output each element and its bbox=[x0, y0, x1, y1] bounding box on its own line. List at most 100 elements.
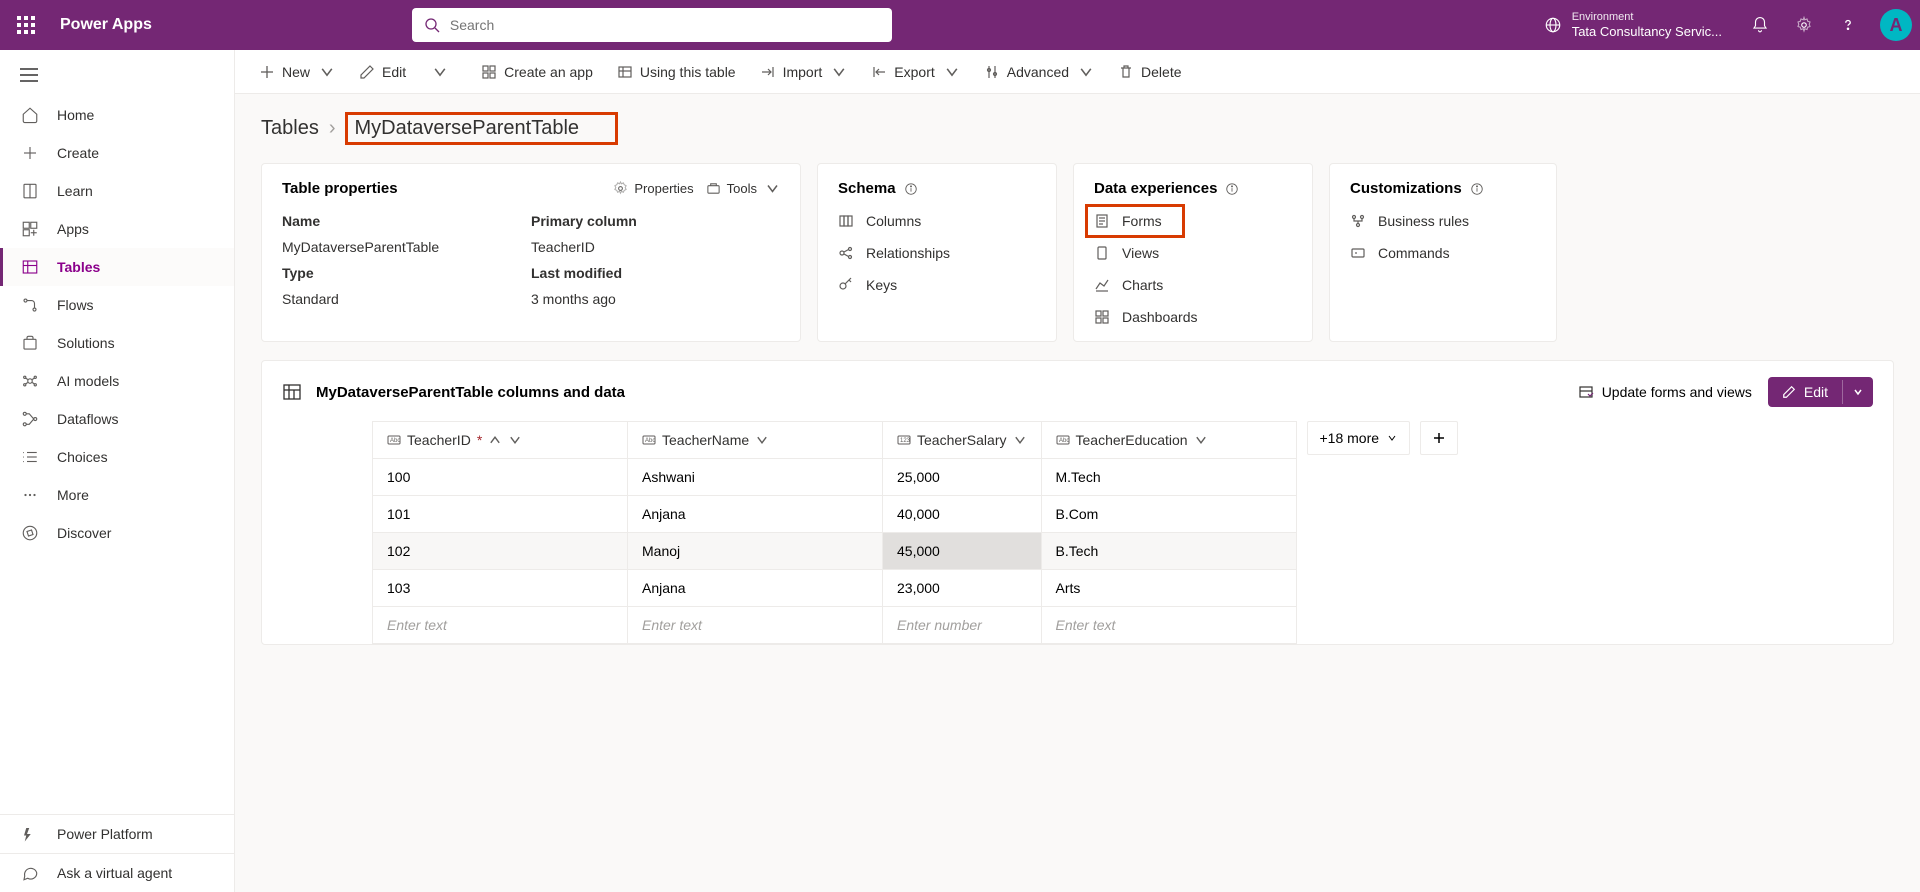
sidebar-item-ask-agent[interactable]: Ask a virtual agent bbox=[0, 854, 234, 892]
plus-icon bbox=[259, 64, 275, 80]
help-icon bbox=[1839, 16, 1857, 34]
chevron-down-icon bbox=[831, 64, 847, 80]
table-row[interactable]: 100Ashwani25,000M.Tech bbox=[373, 459, 1297, 496]
sidebar-item-power-platform[interactable]: Power Platform bbox=[0, 815, 234, 853]
prop-label-type: Type bbox=[282, 265, 531, 281]
dataflow-icon bbox=[21, 410, 39, 428]
table-row[interactable]: 101Anjana40,000B.Com bbox=[373, 496, 1297, 533]
env-text: Environment Tata Consultancy Servic... bbox=[1572, 11, 1722, 40]
cmd-advanced[interactable]: Advanced bbox=[974, 58, 1104, 86]
user-avatar[interactable]: A bbox=[1880, 9, 1912, 41]
prop-label-last: Last modified bbox=[531, 265, 780, 281]
import-icon bbox=[760, 64, 776, 80]
more-icon bbox=[21, 486, 39, 504]
sidebar-item-learn[interactable]: Learn bbox=[0, 172, 234, 210]
card-customizations: Customizations Business rules Commands bbox=[1329, 163, 1557, 342]
breadcrumb-root[interactable]: Tables bbox=[261, 117, 319, 140]
header-left: Power Apps bbox=[8, 7, 152, 43]
sidebar-label: AI models bbox=[57, 373, 119, 389]
search-box[interactable] bbox=[412, 8, 892, 42]
sidebar-item-solutions[interactable]: Solutions bbox=[0, 324, 234, 362]
breadcrumb: Tables › MyDataverseParentTable bbox=[261, 112, 1894, 145]
text-type-icon: Abc bbox=[1056, 433, 1070, 447]
schema-relationships[interactable]: Relationships bbox=[838, 245, 1036, 261]
cmd-using-table[interactable]: Using this table bbox=[607, 58, 746, 86]
app-name: Power Apps bbox=[60, 16, 152, 34]
chevron-down-icon bbox=[508, 433, 522, 447]
chevron-down-icon bbox=[1194, 433, 1208, 447]
de-dashboards[interactable]: Dashboards bbox=[1094, 309, 1292, 325]
schema-columns[interactable]: Columns bbox=[838, 213, 1036, 229]
gear-icon bbox=[613, 181, 628, 196]
new-row[interactable]: Enter textEnter textEnter numberEnter te… bbox=[373, 607, 1297, 644]
edit-button-split[interactable] bbox=[1842, 380, 1873, 404]
data-section-title: MyDataverseParentTable columns and data bbox=[316, 384, 625, 401]
command-bar: New Edit Create an app Using this table … bbox=[235, 50, 1920, 94]
sidebar-item-tables[interactable]: Tables bbox=[0, 248, 234, 286]
sidebar-item-discover[interactable]: Discover bbox=[0, 514, 234, 552]
settings-button[interactable] bbox=[1786, 7, 1822, 43]
flow-icon bbox=[21, 296, 39, 314]
bell-icon bbox=[1751, 16, 1769, 34]
form-icon bbox=[1094, 213, 1110, 229]
sidebar-item-home[interactable]: Home bbox=[0, 96, 234, 134]
card-table-properties: Table properties Properties Tools Name P… bbox=[261, 163, 801, 342]
sidebar-item-ai-models[interactable]: AI models bbox=[0, 362, 234, 400]
edit-button[interactable]: Edit bbox=[1768, 377, 1842, 407]
cmd-new[interactable]: New bbox=[249, 58, 345, 86]
prop-value-last: 3 months ago bbox=[531, 291, 780, 307]
sidebar-item-dataflows[interactable]: Dataflows bbox=[0, 400, 234, 438]
cmd-edit[interactable]: Edit bbox=[349, 58, 416, 86]
card-title: Table properties bbox=[282, 180, 398, 197]
sidebar-item-more[interactable]: More bbox=[0, 476, 234, 514]
de-views[interactable]: Views bbox=[1094, 245, 1292, 261]
search-input[interactable] bbox=[450, 17, 880, 33]
search-icon bbox=[424, 17, 440, 33]
sidebar-label: Power Platform bbox=[57, 826, 153, 842]
sidebar-toggle[interactable] bbox=[20, 68, 214, 82]
sidebar-label: Tables bbox=[57, 259, 100, 275]
column-header-teachereducation[interactable]: AbcTeacherEducation bbox=[1041, 422, 1296, 459]
sidebar-label: Home bbox=[57, 107, 94, 123]
sidebar-item-apps[interactable]: Apps bbox=[0, 210, 234, 248]
update-forms-views[interactable]: Update forms and views bbox=[1578, 384, 1752, 400]
table-row[interactable]: 103Anjana23,000Arts bbox=[373, 570, 1297, 607]
tools-action[interactable]: Tools bbox=[706, 181, 780, 196]
card-title: Schema bbox=[838, 180, 896, 197]
de-charts[interactable]: Charts bbox=[1094, 277, 1292, 293]
cmd-delete[interactable]: Delete bbox=[1108, 58, 1191, 86]
cust-commands[interactable]: Commands bbox=[1350, 245, 1536, 261]
properties-action[interactable]: Properties bbox=[613, 181, 693, 196]
card-title: Data experiences bbox=[1094, 180, 1217, 197]
card-schema: Schema Columns Relationships Keys bbox=[817, 163, 1057, 342]
cmd-export[interactable]: Export bbox=[861, 58, 969, 86]
cmd-edit-split[interactable] bbox=[420, 58, 458, 86]
hamburger-icon bbox=[20, 68, 38, 82]
more-columns-button[interactable]: +18 more bbox=[1307, 421, 1411, 455]
app-header: Power Apps Environment Tata Consultancy … bbox=[0, 0, 1920, 50]
cmd-import[interactable]: Import bbox=[750, 58, 858, 86]
cust-business-rules[interactable]: Business rules bbox=[1350, 213, 1536, 229]
notifications-button[interactable] bbox=[1742, 7, 1778, 43]
environment-picker[interactable]: Environment Tata Consultancy Servic... bbox=[1532, 11, 1734, 40]
column-header-teachersalary[interactable]: 123TeacherSalary bbox=[883, 422, 1042, 459]
app-launcher-button[interactable] bbox=[8, 7, 44, 43]
sidebar-item-flows[interactable]: Flows bbox=[0, 286, 234, 324]
table-row[interactable]: 102Manoj45,000B.Tech bbox=[373, 533, 1297, 570]
help-button[interactable] bbox=[1830, 7, 1866, 43]
sidebar-item-choices[interactable]: Choices bbox=[0, 438, 234, 476]
column-header-teacherid[interactable]: AbcTeacherID* bbox=[373, 422, 628, 459]
sidebar-item-create[interactable]: Create bbox=[0, 134, 234, 172]
chevron-down-icon bbox=[1853, 387, 1863, 397]
header-right: Environment Tata Consultancy Servic... A bbox=[1532, 7, 1912, 43]
app-icon bbox=[481, 64, 497, 80]
column-header-teachername[interactable]: AbcTeacherName bbox=[628, 422, 883, 459]
schema-keys[interactable]: Keys bbox=[838, 277, 1036, 293]
ai-icon bbox=[21, 372, 39, 390]
chevron-down-icon bbox=[319, 64, 335, 80]
update-icon bbox=[1578, 384, 1594, 400]
de-forms[interactable]: Forms bbox=[1085, 204, 1185, 238]
cmd-create-app[interactable]: Create an app bbox=[471, 58, 603, 86]
sidebar-label: Create bbox=[57, 145, 99, 161]
add-column-button[interactable] bbox=[1420, 421, 1458, 455]
